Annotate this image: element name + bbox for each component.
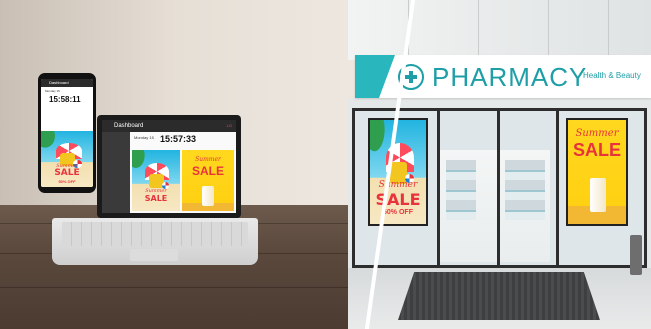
sunscreen-bottle [590,178,606,212]
ad-summer-text: Summer [195,156,221,163]
ad-sale-text: SALE [191,164,224,178]
dashboard-window: Dashboard LG Monday 15 15:57:33 Summer S… [102,120,236,213]
dashboard-header: Dashboard LG [102,120,236,132]
ad-sale-text: SALE [54,168,80,178]
phone-beach-ad: Summer SALE 50% OFF [41,131,93,187]
dashboard-date: Monday 15 [134,135,154,140]
sunscreen-bottle [202,186,214,206]
store-shelf [505,160,545,220]
brand-logo: LG [226,123,232,128]
marketing-scene: Dashboard LG Monday 15 15:57:33 Summer S… [0,0,651,329]
laptop-yellow-ad: Summer SALE [182,150,234,211]
ad-sale-text: SALE [375,190,421,209]
dashboard-clock: 15:57:33 [160,134,197,144]
dashboard-main: Monday 15 15:57:33 Summer SALE Summer SA… [130,132,236,213]
ad-summer-text: Summer [378,180,418,190]
phone-dashboard: Dashboard Monday 15 15:58:11 Summer SALE… [41,79,93,187]
sign-title: PHARMACY [432,62,588,92]
sign-subtitle: Health & Beauty [583,71,641,80]
entrance-mat [398,272,600,320]
ad-sale-text: SALE [572,140,621,160]
ad-discount-text: 50% OFF [383,209,413,216]
phone-date: Monday 15 [45,89,60,93]
laptop-beach-ad: Summer SALE [132,150,180,211]
sign-accent [355,55,395,98]
ad-discount-text: 50% OFF [58,179,76,184]
dashboard-sidebar[interactable] [102,132,130,213]
phone-header: Dashboard [41,79,93,87]
ad-sale-text: SALE [144,194,168,203]
ad-summer-text: Summer [575,128,619,139]
store-display-yellow-ad: Summer SALE [566,118,628,226]
laptop-touchpad [130,249,178,261]
dashboard-title: Dashboard [114,123,144,129]
smartphone: Dashboard Monday 15 15:58:11 Summer SALE… [38,73,96,193]
phone-clock: 15:58:11 [49,95,81,104]
store-display-beach-ad: Summer SALE 50% OFF [368,118,428,226]
laptop-screen: Dashboard LG Monday 15 15:57:33 Summer S… [97,115,241,218]
store-shelf [446,160,476,220]
laptop-keyboard [62,222,248,246]
sanitizer-stand [630,235,642,275]
building-facade [348,0,651,60]
